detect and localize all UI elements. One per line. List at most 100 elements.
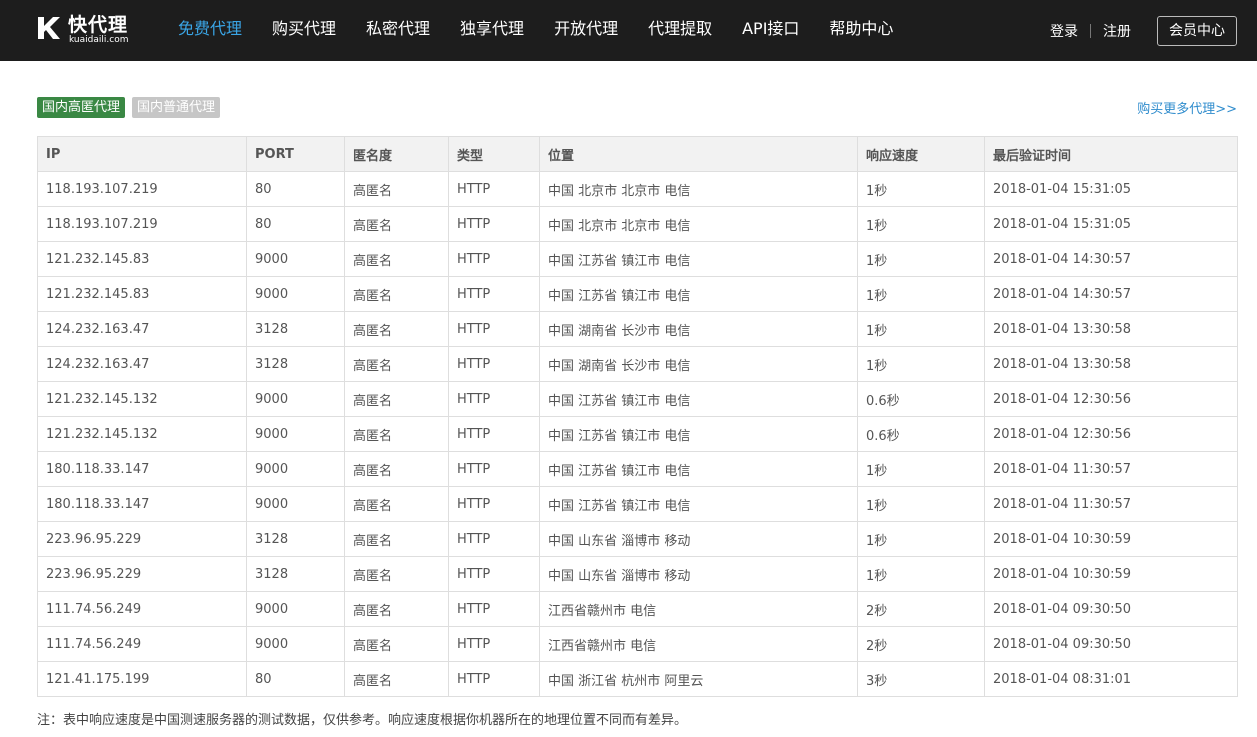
cell-anonymity: 高匿名 — [344, 486, 449, 522]
cell-type: HTTP — [448, 626, 540, 662]
cell-location: 江西省赣州市 电信 — [539, 591, 858, 627]
login-link[interactable]: 登录 — [1050, 21, 1078, 41]
cell-type: HTTP — [448, 276, 540, 312]
divider — [1090, 23, 1091, 38]
cell-type: HTTP — [448, 171, 540, 207]
cell-type: HTTP — [448, 241, 540, 277]
cell-location: 江西省赣州市 电信 — [539, 626, 858, 662]
cell-ip: 121.232.145.132 — [37, 381, 247, 417]
table-row: 124.232.163.47 3128 高匿名 HTTP 中国 湖南省 长沙市 电信 1秒… — [37, 311, 1238, 347]
cell-ip: 111.74.56.249 — [37, 591, 247, 627]
cell-port: 9000 — [246, 591, 345, 627]
cell-last-verified: 2018-01-04 10:30:59 — [984, 556, 1238, 592]
nav-buy-proxy[interactable]: 购买代理 — [260, 0, 348, 61]
buy-more-proxy-link[interactable]: 购买更多代理>> — [1137, 98, 1237, 117]
tab-domestic-normal[interactable]: 国内普通代理 — [132, 97, 221, 118]
cell-ip: 118.193.107.219 — [37, 171, 247, 207]
cell-location: 中国 江苏省 镇江市 电信 — [539, 381, 858, 417]
nav-help-center[interactable]: 帮助中心 — [817, 0, 905, 61]
cell-type: HTTP — [448, 381, 540, 417]
nav-proxy-extract[interactable]: 代理提取 — [636, 0, 724, 61]
cell-type: HTTP — [448, 206, 540, 242]
cell-type: HTTP — [448, 486, 540, 522]
column-header-ip: IP — [37, 136, 247, 172]
cell-speed: 3秒 — [857, 661, 985, 697]
cell-speed: 1秒 — [857, 521, 985, 557]
cell-type: HTTP — [448, 346, 540, 382]
cell-last-verified: 2018-01-04 13:30:58 — [984, 311, 1238, 347]
tab-domestic-high-anon[interactable]: 国内高匿代理 — [37, 97, 126, 118]
cell-port: 9000 — [246, 626, 345, 662]
cell-ip: 111.74.56.249 — [37, 626, 247, 662]
cell-port: 3128 — [246, 311, 345, 347]
cell-type: HTTP — [448, 451, 540, 487]
cell-location: 中国 浙江省 杭州市 阿里云 — [539, 661, 858, 697]
cell-speed: 1秒 — [857, 486, 985, 522]
cell-ip: 180.118.33.147 — [37, 451, 247, 487]
cell-anonymity: 高匿名 — [344, 661, 449, 697]
cell-last-verified: 2018-01-04 13:30:58 — [984, 346, 1238, 382]
cell-last-verified: 2018-01-04 09:30:50 — [984, 626, 1238, 662]
cell-anonymity: 高匿名 — [344, 416, 449, 452]
table-row: 121.232.145.83 9000 高匿名 HTTP 中国 江苏省 镇江市 电信 1秒… — [37, 276, 1238, 312]
table-row: 223.96.95.229 3128 高匿名 HTTP 中国 山东省 淄博市 移动 1秒 2… — [37, 556, 1238, 592]
cell-ip: 121.232.145.132 — [37, 416, 247, 452]
table-body: 118.193.107.219 80 高匿名 HTTP 中国 北京市 北京市 电信 1秒 2… — [37, 171, 1238, 697]
cell-speed: 1秒 — [857, 346, 985, 382]
cell-speed: 2秒 — [857, 626, 985, 662]
cell-location: 中国 山东省 淄博市 移动 — [539, 521, 858, 557]
cell-anonymity: 高匿名 — [344, 206, 449, 242]
cell-speed: 1秒 — [857, 241, 985, 277]
register-link[interactable]: 注册 — [1103, 21, 1131, 41]
cell-last-verified: 2018-01-04 14:30:57 — [984, 276, 1238, 312]
proxy-table: IP PORT 匿名度 类型 位置 响应速度 最后验证时间 118.193.10… — [37, 136, 1238, 697]
cell-location: 中国 湖南省 长沙市 电信 — [539, 311, 858, 347]
cell-type: HTTP — [448, 521, 540, 557]
table-row: 118.193.107.219 80 高匿名 HTTP 中国 北京市 北京市 电信 1秒 2… — [37, 171, 1238, 207]
cell-speed: 1秒 — [857, 451, 985, 487]
cell-port: 9000 — [246, 381, 345, 417]
cell-last-verified: 2018-01-04 14:30:57 — [984, 241, 1238, 277]
speed-note: 注：表中响应速度是中国测速服务器的测试数据，仅供参考。响应速度根据你机器所在的地… — [37, 713, 688, 728]
cell-port: 3128 — [246, 346, 345, 382]
member-center-button[interactable]: 会员中心 — [1157, 15, 1237, 46]
table-row: 118.193.107.219 80 高匿名 HTTP 中国 北京市 北京市 电信 1秒 2… — [37, 206, 1238, 242]
top-navbar: 快代理 kuaidaili.com 免费代理 购买代理 私密代理 独享代理 开放… — [0, 0, 1257, 61]
logo-name: 快代理 — [68, 14, 129, 36]
table-row: 124.232.163.47 3128 高匿名 HTTP 中国 湖南省 长沙市 电信 1秒… — [37, 346, 1238, 382]
nav-api[interactable]: API接口 — [730, 0, 811, 61]
cell-last-verified: 2018-01-04 09:30:50 — [984, 591, 1238, 627]
cell-anonymity: 高匿名 — [344, 311, 449, 347]
column-header-port: PORT — [246, 136, 345, 172]
table-row: 111.74.56.249 9000 高匿名 HTTP 江西省赣州市 电信 2秒 2018-… — [37, 591, 1238, 627]
cell-last-verified: 2018-01-04 10:30:59 — [984, 521, 1238, 557]
cell-type: HTTP — [448, 556, 540, 592]
nav-free-proxy[interactable]: 免费代理 — [166, 0, 254, 61]
table-row: 121.232.145.83 9000 高匿名 HTTP 中国 江苏省 镇江市 电信 1秒… — [37, 241, 1238, 277]
cell-port: 80 — [246, 171, 345, 207]
cell-port: 9000 — [246, 416, 345, 452]
column-header-location: 位置 — [539, 136, 858, 172]
cell-speed: 0.6秒 — [857, 416, 985, 452]
cell-location: 中国 江苏省 镇江市 电信 — [539, 451, 858, 487]
cell-port: 9000 — [246, 241, 345, 277]
cell-anonymity: 高匿名 — [344, 381, 449, 417]
table-header-row: IP PORT 匿名度 类型 位置 响应速度 最后验证时间 — [37, 136, 1238, 172]
nav-open-proxy[interactable]: 开放代理 — [542, 0, 630, 61]
site-logo[interactable]: 快代理 kuaidaili.com — [36, 13, 136, 47]
cell-port: 3128 — [246, 521, 345, 557]
cell-location: 中国 湖南省 长沙市 电信 — [539, 346, 858, 382]
cell-port: 80 — [246, 206, 345, 242]
cell-ip: 124.232.163.47 — [37, 346, 247, 382]
nav-private-proxy[interactable]: 私密代理 — [354, 0, 442, 61]
column-header-last-verified: 最后验证时间 — [984, 136, 1238, 172]
nav-dedicated-proxy[interactable]: 独享代理 — [448, 0, 536, 61]
cell-anonymity: 高匿名 — [344, 591, 449, 627]
cell-location: 中国 江苏省 镇江市 电信 — [539, 486, 858, 522]
column-header-speed: 响应速度 — [857, 136, 985, 172]
logo-domain: kuaidaili.com — [69, 35, 129, 45]
cell-speed: 1秒 — [857, 171, 985, 207]
cell-last-verified: 2018-01-04 15:31:05 — [984, 171, 1238, 207]
cell-port: 9000 — [246, 486, 345, 522]
cell-last-verified: 2018-01-04 11:30:57 — [984, 486, 1238, 522]
